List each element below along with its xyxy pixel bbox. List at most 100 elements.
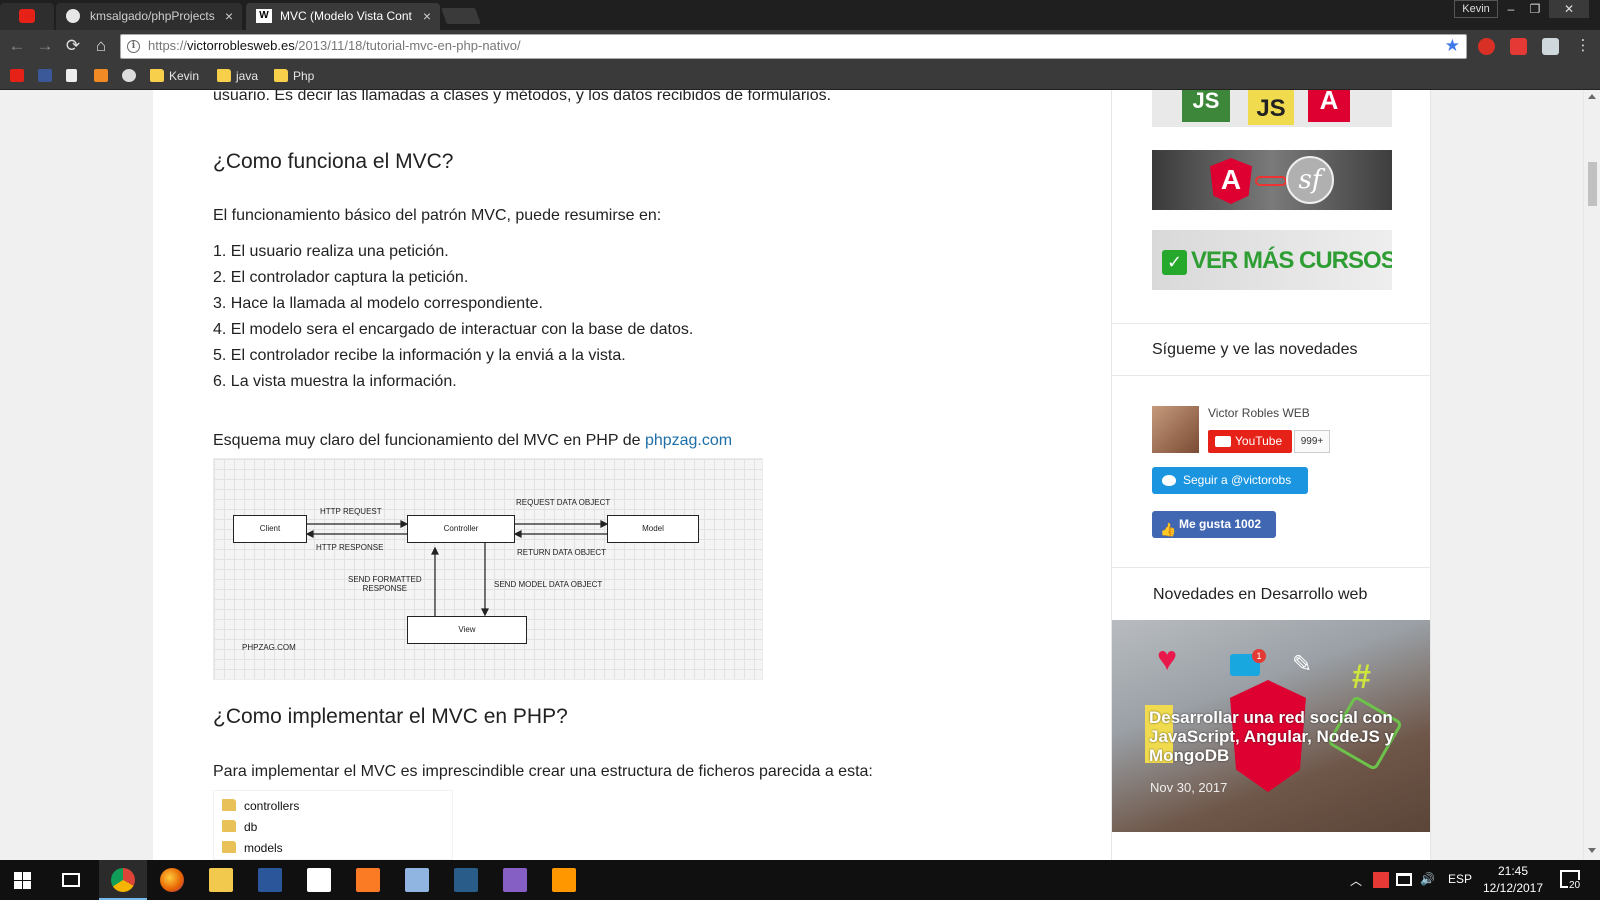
list-item: 1. El usuario realiza una petición.	[213, 243, 449, 260]
show-hidden-icons[interactable]: ︿	[1350, 872, 1362, 889]
store-icon[interactable]	[307, 868, 331, 892]
tab-mvc[interactable]: W MVC (Modelo Vista Cont ×	[246, 3, 440, 30]
close-tab-icon[interactable]: ×	[423, 3, 431, 29]
youtube-subscribe-button[interactable]: YouTube	[1208, 430, 1292, 453]
tab-title: MVC (Modelo Vista Cont	[280, 9, 412, 23]
hash-icon: #	[1352, 658, 1371, 696]
notification-count: 20	[1568, 880, 1582, 891]
menu-icon[interactable]: ⋮	[1572, 35, 1594, 57]
course-banner-js-angular[interactable]: JS JS A	[1152, 90, 1392, 127]
task-view-icon[interactable]	[62, 873, 80, 887]
close-window-icon[interactable]: ✕	[1549, 0, 1589, 18]
ver-mas-cursos-banner[interactable]: ✓ VER MÁS CURSOS	[1152, 230, 1392, 290]
post-date: Nov 30, 2017	[1150, 780, 1228, 795]
bookmark-youtube[interactable]	[10, 68, 29, 84]
vrw-icon: W	[256, 9, 272, 23]
feather-icon: ✎	[1292, 651, 1313, 678]
profile-button[interactable]: Kevin	[1454, 0, 1498, 18]
xampp-icon[interactable]	[356, 868, 380, 892]
bookmark-box[interactable]	[94, 68, 113, 84]
bookmark-folder-kevin[interactable]: Kevin	[150, 68, 199, 84]
channel-avatar[interactable]	[1152, 406, 1199, 453]
phpzag-link[interactable]: phpzag.com	[645, 432, 732, 449]
browser-toolbar: ← → ⟳ ⌂ i https://victorroblesweb.es/201…	[0, 30, 1600, 63]
scroll-up-arrow[interactable]	[1588, 94, 1596, 99]
page-scrollbar[interactable]	[1583, 90, 1600, 860]
list-item: 3. Hace la llamada al modelo correspondi…	[213, 295, 543, 312]
diagram-arrows	[305, 520, 609, 617]
paragraph-implementar: Para implementar el MVC es imprescindibl…	[213, 763, 873, 780]
new-tab-button[interactable]	[441, 8, 481, 24]
windows-start-icon[interactable]	[14, 872, 31, 889]
diagram-label: HTTP RESPONSE	[316, 543, 384, 552]
3d-box-icon	[94, 69, 108, 82]
github-icon	[122, 69, 136, 82]
volume-icon[interactable]: 🔊	[1420, 872, 1435, 886]
heading-como-implementar: ¿Como implementar el MVC en PHP?	[213, 705, 568, 728]
close-tab-icon[interactable]: ×	[225, 3, 233, 29]
js-hex-logo: JS	[1182, 90, 1230, 122]
heading-como-funciona: ¿Como funciona el MVC?	[213, 150, 454, 173]
flashcard-tray-icon[interactable]	[1373, 872, 1389, 888]
github-icon	[66, 9, 80, 23]
sublime-text-icon[interactable]	[552, 868, 576, 892]
check-icon: ✓	[1162, 250, 1187, 275]
bookmark-page[interactable]	[66, 68, 82, 84]
bookmark-star-icon[interactable]: ★	[1445, 36, 1460, 56]
minimize-icon[interactable]: –	[1500, 0, 1522, 18]
twitter-follow-button[interactable]: Seguir a @victorobs	[1152, 467, 1308, 494]
firefox-icon[interactable]	[160, 868, 184, 892]
diagram-controller-box: Controller	[407, 515, 515, 543]
reload-icon[interactable]: ⟳	[62, 35, 84, 57]
list-item-text: La vista muestra la información.	[230, 373, 457, 390]
address-bar[interactable]: i https://victorroblesweb.es/2013/11/18/…	[120, 34, 1467, 59]
angular-logo: A	[1210, 158, 1252, 204]
adblock-extension-icon[interactable]	[1478, 38, 1495, 55]
virtualbox-icon[interactable]	[405, 868, 429, 892]
course-banner-angular-symfony[interactable]: A sf	[1152, 150, 1392, 210]
visual-studio-icon[interactable]	[503, 868, 527, 892]
network-icon[interactable]	[1396, 873, 1412, 886]
divider	[1112, 323, 1430, 324]
thumbs-up-icon: 👍	[1160, 522, 1177, 537]
facebook-like-button[interactable]: 👍 Me gusta 1002	[1152, 511, 1276, 538]
bookmark-folder-java[interactable]: java	[217, 68, 258, 84]
diagram-client-box: Client	[233, 515, 307, 543]
bookmark-folder-php[interactable]: Php	[274, 68, 314, 84]
bookmark-label: java	[236, 69, 259, 83]
siguenos-title: Sígueme y ve las novedades	[1152, 341, 1358, 358]
file-explorer-icon[interactable]	[209, 868, 233, 892]
scroll-thumb[interactable]	[1588, 162, 1597, 206]
cube-extension-icon[interactable]	[1542, 38, 1559, 55]
input-language[interactable]: ESP	[1448, 872, 1472, 886]
forward-icon[interactable]: →	[34, 35, 56, 57]
bookmark-github[interactable]	[122, 68, 141, 84]
clock[interactable]: 21:45 12/12/2017	[1482, 863, 1544, 897]
info-icon[interactable]: i	[127, 40, 140, 53]
angular-logo: A	[1308, 90, 1350, 122]
chrome-icon[interactable]	[111, 868, 135, 892]
scroll-down-arrow[interactable]	[1588, 848, 1596, 853]
maximize-icon[interactable]: ❐	[1524, 0, 1546, 18]
paragraph-intro: El funcionamiento básico del patrón MVC,…	[213, 207, 662, 224]
diagram-view-box: View	[407, 616, 527, 644]
word-icon[interactable]	[258, 868, 282, 892]
youtube-icon	[10, 69, 24, 82]
tab-github[interactable]: kmsalgado/phpProjects ×	[56, 3, 242, 30]
flashcard-extension-icon[interactable]	[1510, 38, 1527, 55]
channel-name[interactable]: Victor Robles WEB	[1208, 406, 1310, 420]
post-title[interactable]: Desarrollar una red social con JavaScrip…	[1149, 708, 1399, 765]
bookmark-facebook[interactable]	[38, 68, 57, 84]
list-item-text: El controlador captura la petición.	[230, 269, 469, 286]
url-host: victorroblesweb.es	[187, 38, 295, 53]
bookmarks-bar: Kevin java Php	[0, 63, 1600, 90]
back-icon[interactable]: ←	[6, 35, 28, 57]
screen: { "window": { "profile": "Kevin" }, "tab…	[0, 0, 1600, 900]
netbeans-icon[interactable]	[454, 868, 478, 892]
folder-icon	[222, 841, 236, 853]
home-icon[interactable]: ⌂	[90, 35, 112, 57]
bookmark-label: Kevin	[169, 69, 200, 83]
twitter-label: Seguir a @victorobs	[1183, 473, 1292, 487]
diagram-credit: PHPZAG.COM	[242, 643, 296, 652]
tab-youtube[interactable]	[0, 3, 54, 30]
